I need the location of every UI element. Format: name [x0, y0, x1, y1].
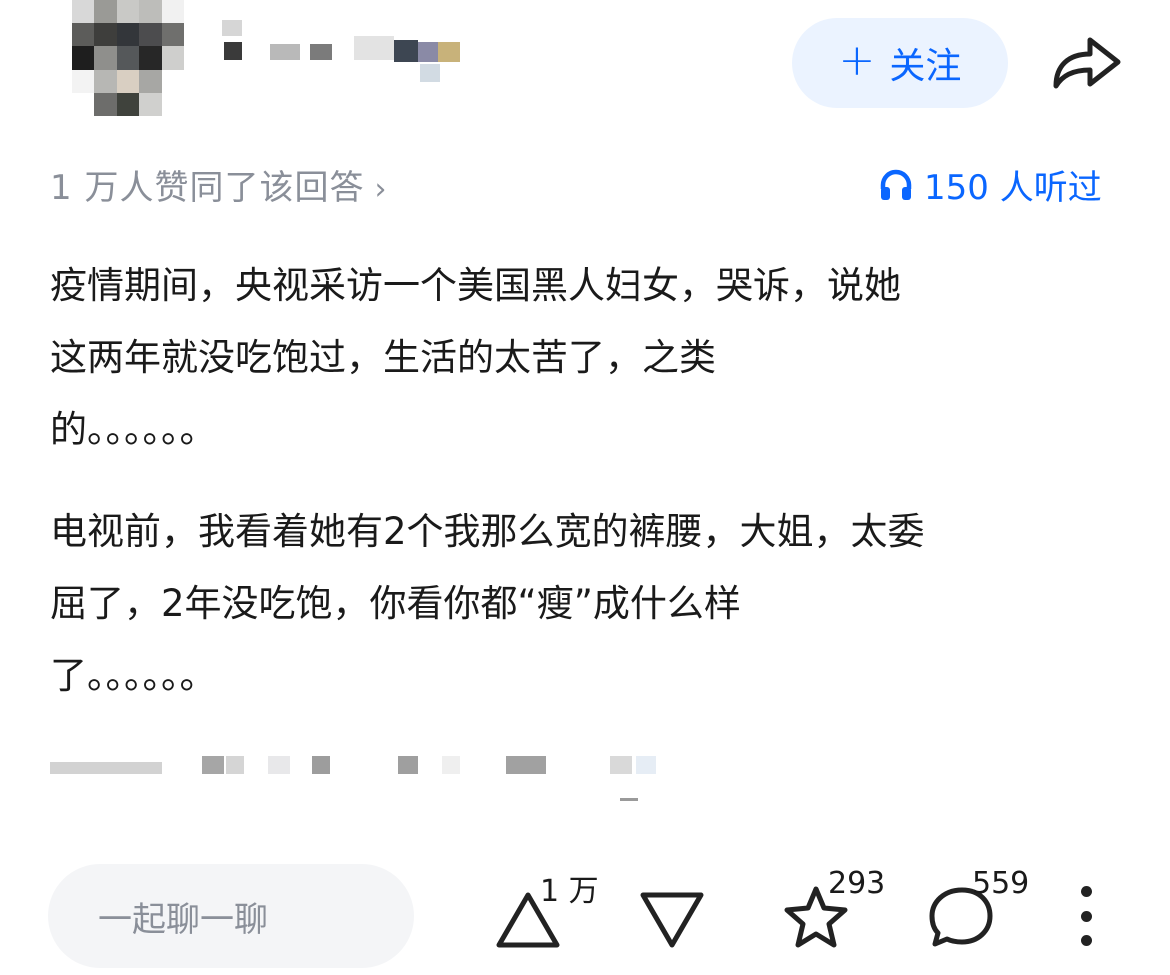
agree-count-link[interactable]: 1 万人赞同了该回答 ›: [50, 160, 387, 209]
comment-input-placeholder: 一起聊一聊: [98, 899, 268, 940]
chevron-right-icon: ›: [374, 172, 388, 207]
answer-paragraph-1: 疫情期间，央视采访一个美国黑人妇女，哭诉，说她 这两年就没吃饱过，生活的太苦了，…: [50, 250, 1130, 466]
plus-icon: +: [838, 35, 876, 86]
headphones-icon: [880, 169, 912, 200]
share-arrow-icon[interactable]: [1050, 32, 1124, 92]
triangle-down-icon: [640, 892, 704, 948]
favorite-count: 293: [828, 866, 886, 901]
follow-label: 关注: [889, 46, 962, 87]
answer-paragraph-2: 电视前，我看着她有2个我那么宽的裤腰，大姐，太委 屈了，2年没吃饱，你看你都“瘦…: [50, 496, 1130, 712]
downvote-button[interactable]: [638, 890, 706, 950]
author-name[interactable]: [222, 18, 472, 88]
avatar[interactable]: [72, 0, 184, 116]
comment-count: 559: [972, 866, 1030, 901]
listen-text: 150 人听过: [924, 168, 1102, 208]
follow-button[interactable]: + 关注: [792, 18, 1008, 108]
text-line: 的。。。。。。: [50, 408, 217, 451]
text-line: 疫情期间，央视采访一个美国黑人妇女，哭诉，说她: [50, 264, 901, 307]
text-line: 了。。。。。。: [50, 654, 217, 697]
text-line: 屈了，2年没吃饱，你看你都“瘦”成什么样: [50, 582, 741, 625]
text-line: 电视前，我看着她有2个我那么宽的裤腰，大姐，太委: [50, 510, 925, 553]
text-line: 这两年就没吃饱过，生活的太苦了，之类: [50, 336, 716, 379]
agree-text: 1 万人赞同了该回答: [50, 168, 365, 208]
more-options-icon[interactable]: [1076, 886, 1096, 946]
listen-button[interactable]: 150 人听过: [878, 160, 1102, 209]
upvote-count: 1 万: [540, 874, 599, 909]
comment-input[interactable]: 一起聊一聊: [48, 864, 414, 968]
blurred-text-line: [50, 748, 670, 808]
